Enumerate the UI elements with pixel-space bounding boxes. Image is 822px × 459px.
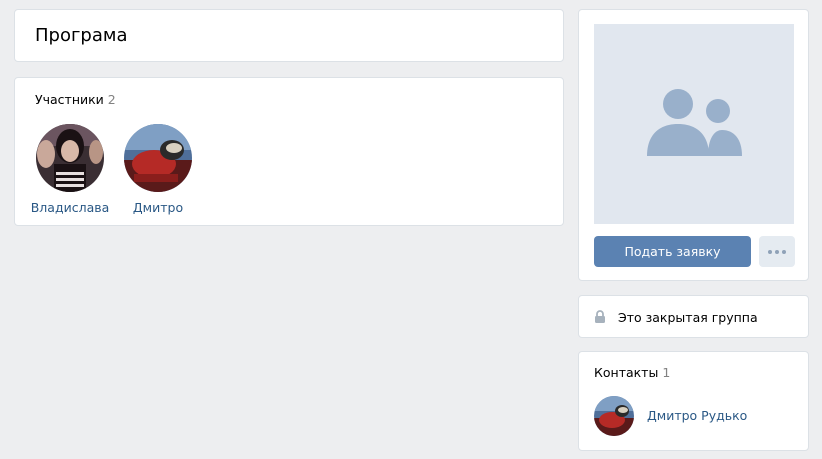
member-avatar[interactable] (36, 124, 104, 192)
contact-avatar[interactable] (594, 396, 634, 436)
member-name[interactable]: Дмитро (113, 200, 203, 215)
group-cover-card: Подать заявку (578, 9, 809, 281)
contact-name[interactable]: Дмитро Рудько (647, 408, 747, 423)
member-avatar[interactable] (124, 124, 192, 192)
members-count: 2 (107, 92, 116, 107)
contacts-count: 1 (662, 365, 671, 380)
more-icon (767, 249, 788, 254)
group-cover-image (594, 24, 794, 224)
group-title-card: Програма (14, 9, 564, 62)
member-name[interactable]: Владислава (25, 200, 115, 215)
community-placeholder-icon (647, 89, 742, 156)
closed-group-label: Это закрытая группа (618, 310, 758, 325)
page-title: Програма (35, 25, 128, 46)
member-item[interactable]: Дмитро (113, 124, 203, 215)
contacts-card: Контакты 1 Дмитро Рудько (578, 351, 809, 451)
contacts-header[interactable]: Контакты 1 (594, 365, 670, 380)
contacts-label: Контакты (594, 365, 659, 380)
members-label: Участники (35, 92, 104, 107)
join-request-button[interactable]: Подать заявку (594, 236, 751, 267)
members-header[interactable]: Участники 2 (35, 92, 116, 107)
lock-icon (595, 310, 605, 323)
member-item[interactable]: Владислава (25, 124, 115, 215)
more-actions-button[interactable] (759, 236, 795, 267)
closed-group-card: Это закрытая группа (578, 295, 809, 338)
members-card: Участники 2 Владислава Дмитро (14, 77, 564, 226)
